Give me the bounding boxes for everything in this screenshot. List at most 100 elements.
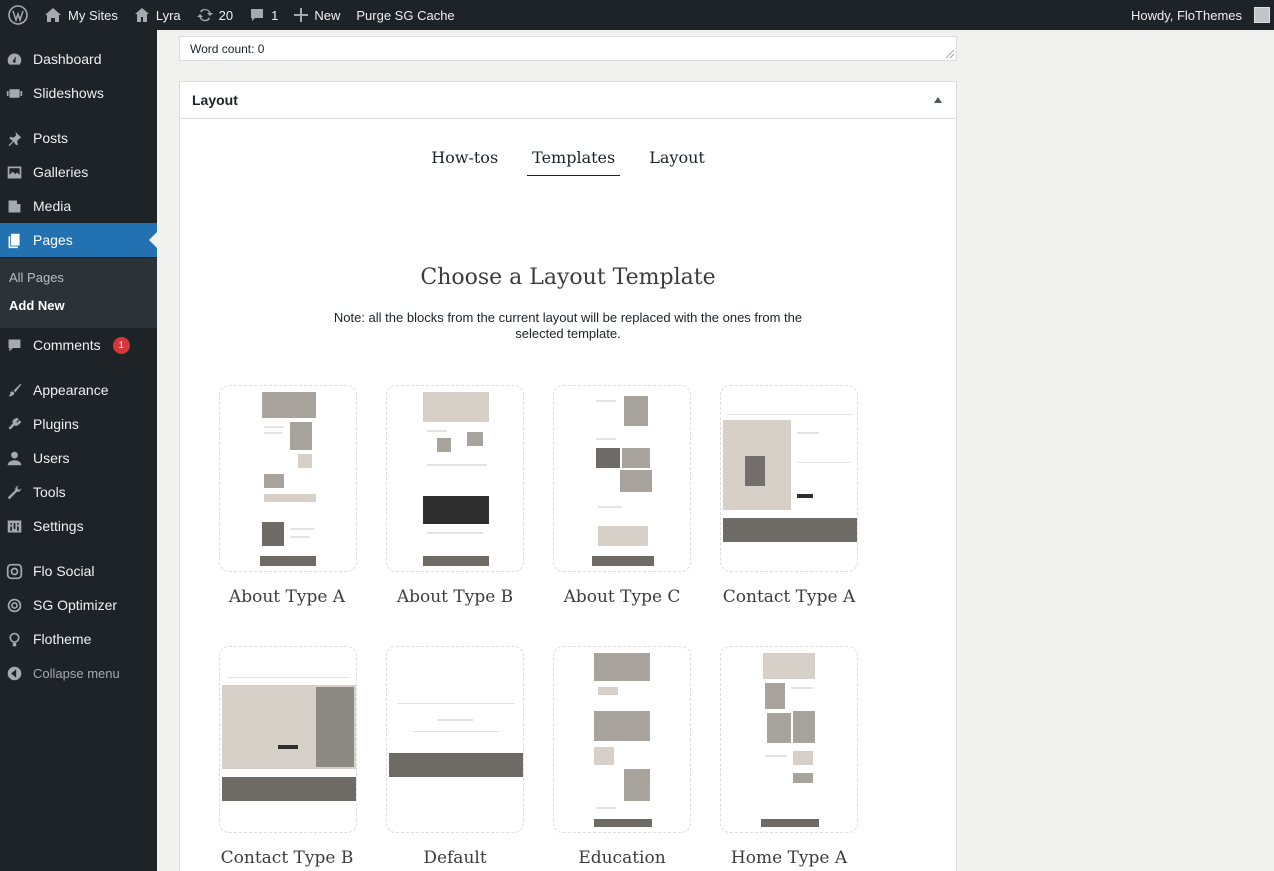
howdy-label: Howdy, FloThemes — [1130, 7, 1242, 23]
instagram-icon — [6, 563, 23, 580]
sidebar-item-label: Media — [33, 198, 72, 214]
plus-icon — [294, 8, 309, 22]
account-menu[interactable]: Howdy, FloThemes — [1123, 0, 1274, 30]
sidebar-item-label: Pages — [33, 232, 73, 248]
plugin-icon — [6, 416, 23, 433]
template-card-about-a[interactable] — [219, 385, 357, 572]
media-icon — [6, 198, 23, 215]
template-card-about-b[interactable] — [386, 385, 524, 572]
template-card-education[interactable] — [553, 646, 691, 833]
editor-status-bar: Word count: 0 — [179, 36, 957, 61]
updates-icon — [196, 8, 213, 22]
sidebar-item-label: Flo Social — [33, 563, 95, 579]
sidebar-item-label: Flotheme — [33, 631, 92, 647]
updates-menu[interactable]: 20 — [189, 0, 241, 30]
pin-icon — [6, 130, 23, 147]
admin-sidebar: Dashboard Slideshows Posts Galleries Med… — [0, 30, 157, 871]
sidebar-item-label: Galleries — [33, 164, 89, 180]
template-card-default[interactable] — [386, 646, 524, 833]
template-name[interactable]: Contact Type B — [202, 848, 372, 868]
template-name[interactable]: About Type A — [202, 587, 372, 607]
layout-metabox: Layout How-tos Templates Layout Choose a… — [179, 81, 957, 871]
avatar — [1254, 7, 1270, 23]
layout-box-header[interactable]: Layout — [180, 82, 956, 119]
sidebar-item-pages[interactable]: Pages — [0, 223, 157, 257]
collapse-icon — [6, 665, 23, 682]
sidebar-item-dashboard[interactable]: Dashboard — [0, 42, 157, 76]
brush-icon — [6, 382, 23, 399]
sidebar-item-posts[interactable]: Posts — [0, 121, 157, 155]
sidebar-item-label: Settings — [33, 518, 84, 534]
gallery-icon — [6, 164, 23, 181]
settings-icon — [6, 518, 23, 535]
my-sites-menu[interactable]: My Sites — [36, 0, 126, 30]
sidebar-item-slideshows[interactable]: Slideshows — [0, 76, 157, 110]
template-name[interactable]: About Type C — [537, 587, 707, 607]
my-sites-label: My Sites — [68, 7, 118, 23]
resize-handle-icon[interactable] — [945, 49, 955, 59]
sidebar-item-flotheme[interactable]: Flotheme — [0, 622, 157, 656]
template-name[interactable]: Education — [537, 848, 707, 868]
comments-count: 1 — [271, 7, 279, 23]
wordpress-logo[interactable] — [0, 0, 36, 30]
comments-badge: 1 — [112, 336, 130, 354]
sidebar-item-users[interactable]: Users — [0, 441, 157, 475]
updates-count: 20 — [218, 7, 234, 23]
sidebar-item-flo-social[interactable]: Flo Social — [0, 554, 157, 588]
sidebar-item-plugins[interactable]: Plugins — [0, 407, 157, 441]
sidebar-item-label: Users — [33, 450, 70, 466]
sidebar-item-label: Slideshows — [33, 85, 104, 101]
purge-label: Purge SG Cache — [356, 7, 455, 23]
template-name[interactable]: About Type B — [370, 587, 540, 607]
tab-how-tos[interactable]: How-tos — [426, 146, 503, 176]
page-title: Choose a Layout Template — [420, 265, 716, 290]
bulb-icon — [6, 631, 23, 648]
template-name[interactable]: Home Type A — [704, 848, 874, 868]
sidebar-item-label: Appearance — [33, 382, 109, 398]
comment-bubble-icon — [251, 9, 264, 21]
sg-icon — [6, 597, 23, 614]
collapse-label: Collapse menu — [33, 665, 120, 681]
template-name[interactable]: Contact Type A — [704, 587, 874, 607]
slideshow-icon — [6, 85, 23, 102]
template-card-contact-b[interactable] — [219, 646, 357, 833]
new-label: New — [314, 7, 341, 23]
sidebar-item-label: SG Optimizer — [33, 597, 118, 613]
wrench-icon — [6, 484, 23, 501]
layout-box-title: Layout — [192, 92, 238, 108]
sidebar-item-galleries[interactable]: Galleries — [0, 155, 157, 189]
template-card-about-c[interactable] — [553, 385, 691, 572]
template-card-contact-a[interactable] — [720, 385, 858, 572]
sidebar-item-appearance[interactable]: Appearance — [0, 373, 157, 407]
comment-icon — [6, 337, 23, 354]
site-name-menu[interactable]: Lyra — [126, 0, 189, 30]
home-icon — [134, 8, 149, 22]
comments-menu[interactable]: 1 — [241, 0, 286, 30]
user-icon — [6, 450, 23, 467]
sidebar-item-media[interactable]: Media — [0, 189, 157, 223]
tab-templates[interactable]: Templates — [527, 146, 621, 176]
tab-layout[interactable]: Layout — [644, 146, 710, 176]
sidebar-item-settings[interactable]: Settings — [0, 509, 157, 543]
word-count: Word count: 0 — [190, 42, 265, 56]
template-card-home-a[interactable] — [720, 646, 858, 833]
sidebar-item-label: Dashboard — [33, 51, 102, 67]
sidebar-item-comments[interactable]: Comments 1 — [0, 328, 157, 362]
sidebar-item-tools[interactable]: Tools — [0, 475, 157, 509]
sidebar-item-sg-optimizer[interactable]: SG Optimizer — [0, 588, 157, 622]
submenu-all-pages[interactable]: All Pages — [9, 270, 64, 285]
wordpress-icon — [8, 5, 28, 25]
sidebar-item-label: Comments — [33, 337, 101, 353]
template-name[interactable]: Default — [370, 848, 540, 868]
new-content-menu[interactable]: New — [286, 0, 348, 30]
admin-bar: My Sites Lyra 20 1 New Purge SG Cache Ho… — [0, 0, 1274, 30]
submenu-add-new[interactable]: Add New — [9, 298, 65, 313]
sidebar-item-label: Plugins — [33, 416, 79, 432]
layout-tabs: How-tos Templates Layout — [180, 146, 956, 176]
purge-cache-button[interactable]: Purge SG Cache — [348, 0, 462, 30]
my-sites-icon — [45, 8, 61, 22]
sidebar-item-label: Tools — [33, 484, 66, 500]
collapse-menu-button[interactable]: Collapse menu — [0, 656, 157, 690]
collapse-arrow-icon[interactable] — [934, 97, 942, 103]
sidebar-item-label: Posts — [33, 130, 69, 146]
